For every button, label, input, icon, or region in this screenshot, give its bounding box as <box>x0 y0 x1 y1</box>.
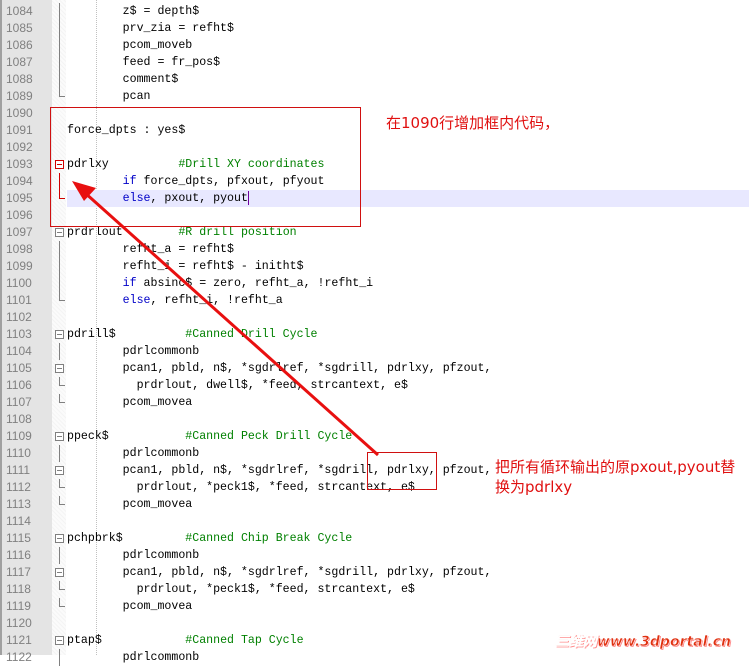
watermark: 三维网www.3dportal.cn <box>554 634 732 651</box>
arrow-annotation <box>72 181 380 457</box>
annotation-note-2-line-1: 把所有循环输出的原pxout,pyout替 <box>495 458 736 476</box>
annotation-note-1: 在1090行增加框内代码， <box>386 114 560 132</box>
annotation-note-2-line-2: 换为pdrlxy <box>495 478 573 496</box>
